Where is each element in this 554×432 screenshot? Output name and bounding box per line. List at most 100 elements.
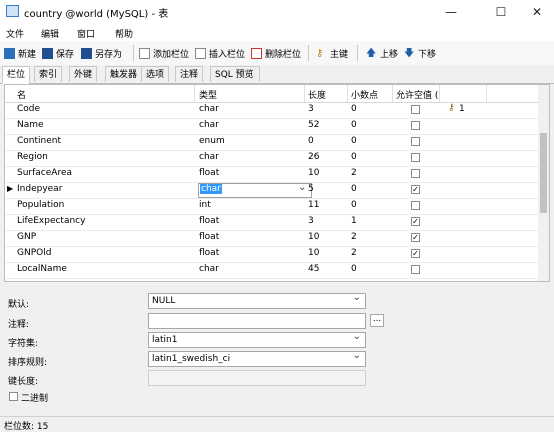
scrollbar-thumb[interactable] (540, 133, 547, 213)
allow-null-checkbox[interactable] (411, 105, 420, 114)
field-name-cell[interactable]: LocalName (17, 264, 67, 274)
table-row[interactable]: ▶ Indepyear char ⌄ 5 0 ✓ (5, 182, 538, 199)
field-type-cell[interactable]: char (199, 120, 219, 130)
allow-null-checkbox[interactable] (411, 137, 420, 146)
tab-sql-preview[interactable]: SQL 预览 (210, 66, 260, 82)
horizontal-scrollbar[interactable] (4, 282, 550, 290)
field-decimals-cell[interactable]: 0 (351, 136, 357, 146)
field-length-cell[interactable]: 0 (308, 136, 314, 146)
tab-comment[interactable]: 注释 (175, 66, 203, 82)
table-row[interactable]: GNPOld float 10 2 ✓ (5, 246, 538, 263)
tab-triggers[interactable]: 触发器 (105, 66, 142, 82)
collation-select[interactable]: latin1_swedish_ci (148, 349, 366, 367)
field-type-cell[interactable]: char (200, 184, 222, 194)
move-up-button[interactable]: 🡅 上移 (366, 46, 398, 60)
field-name-cell[interactable]: Indepyear (17, 184, 62, 194)
field-length-cell[interactable]: 3 (308, 216, 314, 226)
save-button[interactable]: 保存 (42, 46, 74, 60)
tab-options[interactable]: 选项 (141, 66, 169, 82)
save-as-button[interactable]: 另存为 (81, 46, 122, 60)
field-decimals-cell[interactable]: 0 (351, 200, 357, 210)
field-name-cell[interactable]: SurfaceArea (17, 168, 72, 178)
field-decimals-cell[interactable]: 0 (351, 104, 357, 114)
field-name-cell[interactable]: Code (17, 104, 40, 114)
field-decimals-cell[interactable]: 0 (351, 120, 357, 130)
field-decimals-cell[interactable]: 2 (351, 248, 357, 258)
add-field-button[interactable]: 添加栏位 (139, 46, 189, 60)
table-row[interactable]: Continent enum 0 0 (5, 134, 538, 151)
close-button[interactable]: ✕ (522, 3, 552, 21)
field-type-cell[interactable]: char (199, 104, 219, 114)
menu-file[interactable]: 文件 (6, 27, 24, 40)
field-decimals-cell[interactable]: 0 (351, 152, 357, 162)
field-type-cell[interactable]: float (199, 168, 219, 178)
allow-null-checkbox[interactable] (411, 121, 420, 130)
table-row[interactable]: LifeExpectancy float 3 1 ✓ (5, 214, 538, 231)
allow-null-checkbox[interactable]: ✓ (411, 249, 420, 258)
charset-select[interactable]: latin1 (148, 330, 366, 348)
comment-edit-button[interactable]: ... (370, 314, 384, 327)
field-name-cell[interactable]: Region (17, 152, 48, 162)
field-name-cell[interactable]: GNPOld (17, 248, 51, 258)
allow-null-checkbox[interactable] (411, 265, 420, 274)
field-type-cell[interactable]: int (199, 200, 211, 210)
table-row[interactable]: SurfaceArea float 10 2 (5, 166, 538, 183)
allow-null-checkbox[interactable]: ✓ (411, 185, 420, 194)
allow-null-checkbox[interactable] (411, 169, 420, 178)
field-type-cell[interactable]: enum (199, 136, 225, 146)
minimize-button[interactable]: — (436, 3, 466, 21)
col-allow-null-header[interactable]: 允许空值 ( (396, 88, 438, 101)
tab-foreign-keys[interactable]: 外键 (69, 66, 97, 82)
field-length-cell[interactable]: 26 (308, 152, 319, 162)
field-name-cell[interactable]: Name (17, 120, 44, 130)
field-name-cell[interactable]: Continent (17, 136, 61, 146)
move-down-button[interactable]: 🡇 下移 (404, 46, 436, 60)
allow-null-checkbox[interactable] (411, 153, 420, 162)
menu-edit[interactable]: 编辑 (41, 27, 59, 40)
field-length-cell[interactable]: 45 (308, 264, 319, 274)
col-name-header[interactable]: 名 (17, 88, 26, 101)
table-row[interactable]: LocalName char 45 0 (5, 262, 538, 279)
allow-null-checkbox[interactable] (411, 201, 420, 210)
new-button[interactable]: 新建 (4, 46, 36, 60)
comment-input[interactable] (148, 313, 366, 329)
field-name-cell[interactable]: GNP (17, 232, 36, 242)
primary-key-button[interactable]: ⚷ 主键 (316, 46, 348, 60)
default-select[interactable]: NULL (148, 291, 366, 309)
vertical-scrollbar[interactable] (538, 85, 549, 281)
field-decimals-cell[interactable]: 0 (351, 264, 357, 274)
col-type-header[interactable]: 类型 (199, 88, 217, 101)
table-row[interactable]: Region char 26 0 (5, 150, 538, 167)
tab-fields[interactable]: 栏位 (2, 66, 30, 84)
field-decimals-cell[interactable]: 0 (351, 184, 357, 194)
field-type-cell[interactable]: char (199, 152, 219, 162)
field-type-cell[interactable]: char (199, 264, 219, 274)
delete-field-button[interactable]: 删除栏位 (251, 46, 301, 60)
field-decimals-cell[interactable]: 1 (351, 216, 357, 226)
table-row[interactable]: Name char 52 0 (5, 118, 538, 135)
col-decimals-header[interactable]: 小数点 (351, 88, 378, 101)
field-name-cell[interactable]: LifeExpectancy (17, 216, 85, 226)
menu-help[interactable]: 帮助 (115, 27, 133, 40)
maximize-button[interactable]: ☐ (486, 3, 516, 21)
field-length-cell[interactable]: 5 (308, 184, 314, 194)
field-type-cell[interactable]: float (199, 216, 219, 226)
col-length-header[interactable]: 长度 (308, 88, 326, 101)
field-decimals-cell[interactable]: 2 (351, 168, 357, 178)
field-type-cell[interactable]: float (199, 248, 219, 258)
field-length-cell[interactable]: 11 (308, 200, 319, 210)
allow-null-checkbox[interactable]: ✓ (411, 217, 420, 226)
chevron-down-icon[interactable]: ⌄ (298, 182, 306, 193)
field-length-cell[interactable]: 10 (308, 248, 319, 258)
table-row[interactable]: Code char 3 0 ⚷ 1 (5, 102, 538, 119)
field-length-cell[interactable]: 10 (308, 232, 319, 242)
field-length-cell[interactable]: 52 (308, 120, 319, 130)
tab-indexes[interactable]: 索引 (34, 66, 62, 82)
field-length-cell[interactable]: 3 (308, 104, 314, 114)
field-type-cell[interactable]: float (199, 232, 219, 242)
field-name-cell[interactable]: Population (17, 200, 64, 210)
table-row[interactable]: GNP float 10 2 ✓ (5, 230, 538, 247)
table-row[interactable]: Population int 11 0 (5, 198, 538, 215)
field-length-cell[interactable]: 10 (308, 168, 319, 178)
menu-window[interactable]: 窗口 (77, 27, 95, 40)
